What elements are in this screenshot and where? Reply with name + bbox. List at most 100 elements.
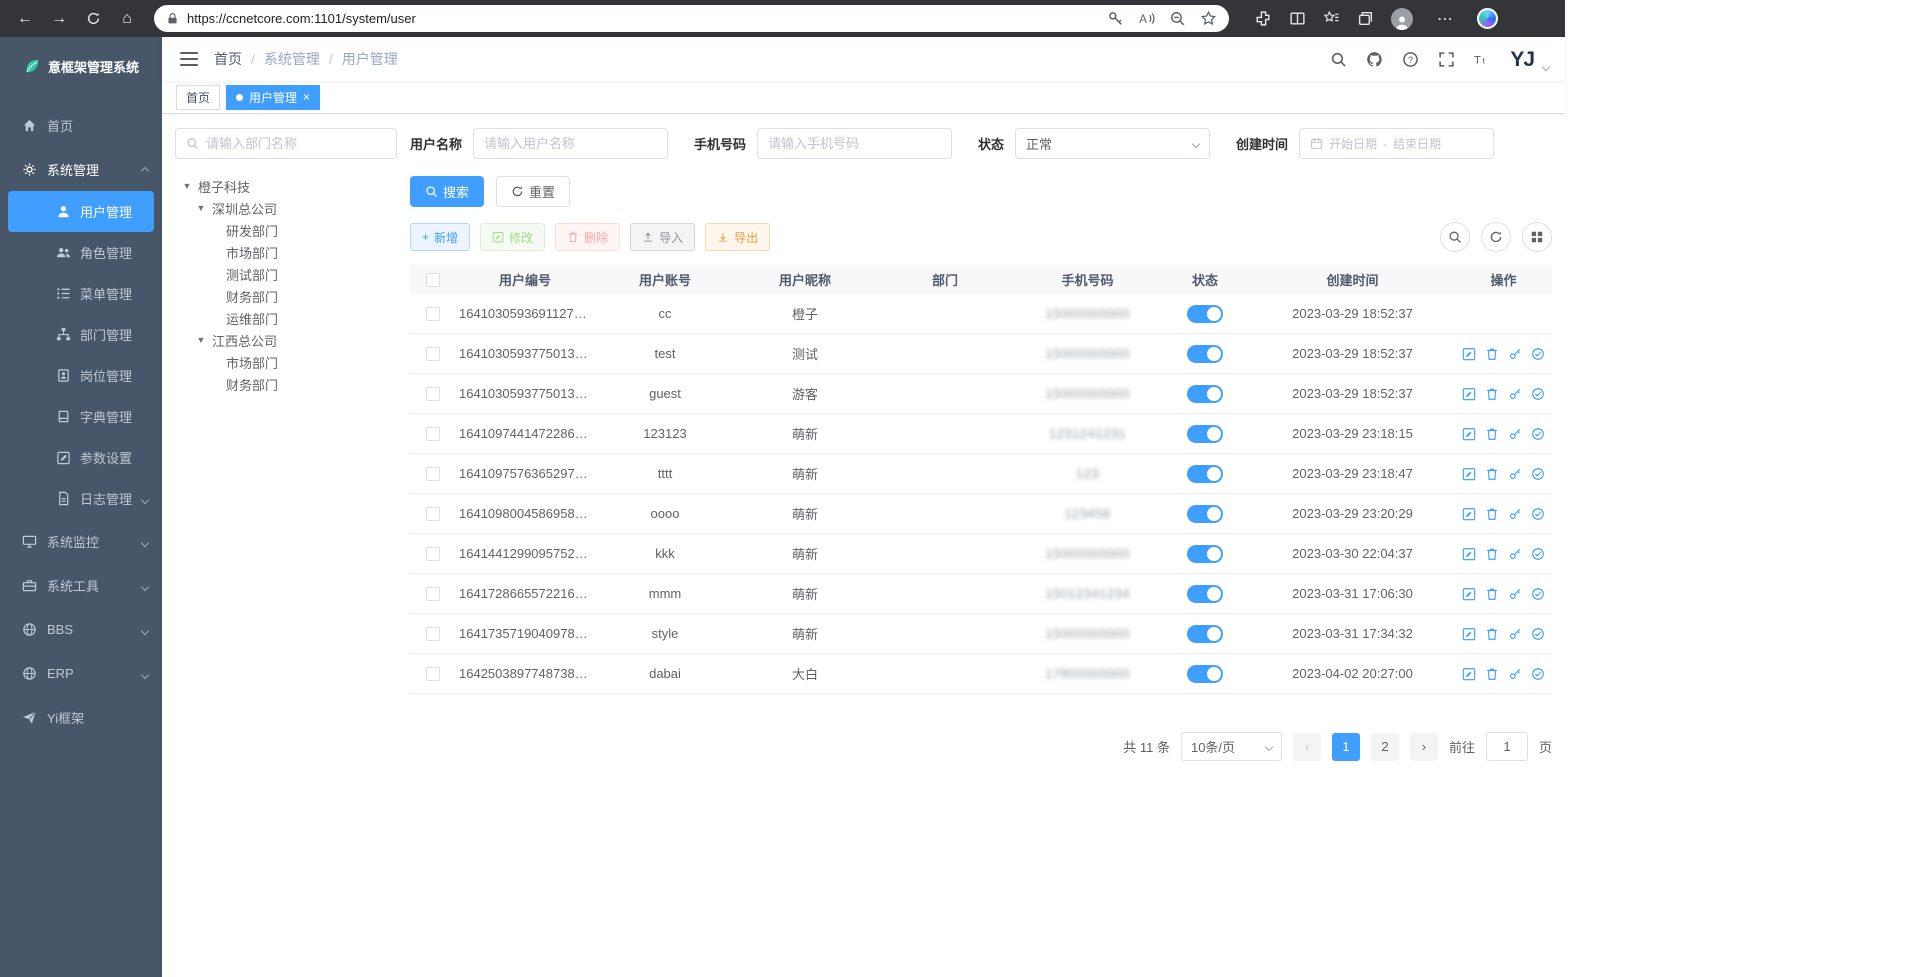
column-settings-button[interactable]: [1522, 222, 1552, 252]
status-select[interactable]: 正常: [1015, 128, 1210, 159]
edit-action-icon[interactable]: [1462, 427, 1476, 441]
delete-action-icon[interactable]: [1485, 587, 1499, 601]
status-toggle[interactable]: [1187, 345, 1223, 363]
edit-action-icon[interactable]: [1462, 667, 1476, 681]
tree-node[interactable]: ▼ 市场部门: [175, 241, 397, 263]
row-checkbox[interactable]: [426, 387, 440, 401]
sidebar-item-dept-management[interactable]: 部门管理: [0, 314, 162, 355]
address-bar[interactable]: A: [154, 5, 1229, 32]
phone-field[interactable]: [757, 128, 952, 159]
edit-action-icon[interactable]: [1462, 587, 1476, 601]
toggle-search-button[interactable]: [1440, 222, 1470, 252]
tree-node[interactable]: ▼ 橙子科技: [175, 175, 397, 197]
tree-node[interactable]: ▼ 财务部门: [175, 285, 397, 307]
prev-page-button[interactable]: ‹: [1293, 733, 1321, 761]
edit-action-icon[interactable]: [1462, 387, 1476, 401]
delete-action-icon[interactable]: [1485, 667, 1499, 681]
collections-icon[interactable]: [1357, 10, 1374, 27]
row-checkbox[interactable]: [426, 467, 440, 481]
tree-node[interactable]: ▼ 财务部门: [175, 373, 397, 395]
favorites-star-icon[interactable]: [1200, 10, 1217, 27]
date-range-picker[interactable]: 开始日期 - 结束日期: [1299, 128, 1494, 159]
next-page-button[interactable]: ›: [1410, 733, 1438, 761]
app-logo[interactable]: 意框架管理系统: [0, 37, 162, 95]
reset-password-action-icon[interactable]: [1508, 627, 1522, 641]
user-logo[interactable]: YJ: [1510, 49, 1534, 70]
delete-action-icon[interactable]: [1485, 627, 1499, 641]
sidebar-item-system-tools[interactable]: 系统工具: [0, 563, 162, 607]
tree-node[interactable]: ▼ 运维部门: [175, 307, 397, 329]
delete-action-icon[interactable]: [1485, 507, 1499, 521]
search-button[interactable]: 搜索: [410, 176, 484, 207]
tree-node[interactable]: ▼ 江西总公司: [175, 329, 397, 351]
tree-node[interactable]: ▼ 深圳总公司: [175, 197, 397, 219]
refresh-button[interactable]: [78, 5, 108, 33]
assign-role-action-icon[interactable]: [1531, 667, 1545, 681]
status-toggle[interactable]: [1187, 585, 1223, 603]
department-search-input[interactable]: [206, 136, 386, 151]
tab-home[interactable]: 首页: [176, 85, 220, 110]
reset-password-action-icon[interactable]: [1508, 467, 1522, 481]
delete-action-icon[interactable]: [1485, 547, 1499, 561]
reset-password-action-icon[interactable]: [1508, 507, 1522, 521]
delete-action-icon[interactable]: [1485, 427, 1499, 441]
close-icon[interactable]: ×: [303, 91, 310, 103]
page-size-select[interactable]: 10条/页: [1181, 732, 1282, 761]
refresh-table-button[interactable]: [1481, 222, 1511, 252]
department-search-box[interactable]: [175, 128, 397, 159]
edit-action-icon[interactable]: [1462, 507, 1476, 521]
row-checkbox[interactable]: [426, 667, 440, 681]
row-checkbox[interactable]: [426, 547, 440, 561]
favorites-bar-icon[interactable]: [1323, 10, 1340, 27]
sidebar-item-home[interactable]: 首页: [0, 103, 162, 147]
page-button-1[interactable]: 1: [1332, 733, 1360, 761]
phone-input[interactable]: [768, 136, 941, 151]
caret-down-icon[interactable]: ▼: [195, 203, 207, 213]
sidebar-item-role-management[interactable]: 角色管理: [0, 232, 162, 273]
username-input[interactable]: [484, 136, 657, 151]
import-button[interactable]: 导入: [630, 223, 695, 251]
status-toggle[interactable]: [1187, 625, 1223, 643]
reset-password-action-icon[interactable]: [1508, 587, 1522, 601]
status-toggle[interactable]: [1187, 505, 1223, 523]
edit-action-icon[interactable]: [1462, 627, 1476, 641]
add-button[interactable]: +新增: [410, 223, 470, 251]
sidebar-item-post-management[interactable]: 岗位管理: [0, 355, 162, 396]
chevron-down-icon[interactable]: [1543, 57, 1549, 75]
status-toggle[interactable]: [1187, 665, 1223, 683]
edit-action-icon[interactable]: [1462, 547, 1476, 561]
read-aloud-icon[interactable]: A: [1138, 10, 1155, 27]
fullscreen-icon[interactable]: [1438, 51, 1455, 68]
status-toggle[interactable]: [1187, 465, 1223, 483]
sidebar-item-erp[interactable]: ERP: [0, 651, 162, 695]
tree-node[interactable]: ▼ 研发部门: [175, 219, 397, 241]
sidebar-item-log-management[interactable]: 日志管理: [0, 478, 162, 519]
sidebar-item-system-management[interactable]: 系统管理: [0, 147, 162, 191]
help-icon[interactable]: ?: [1402, 51, 1419, 68]
status-toggle[interactable]: [1187, 425, 1223, 443]
assign-role-action-icon[interactable]: [1531, 587, 1545, 601]
sidebar-item-dict-management[interactable]: 字典管理: [0, 396, 162, 437]
sidebar-item-bbs[interactable]: BBS: [0, 607, 162, 651]
edit-button[interactable]: 修改: [480, 223, 545, 251]
assign-role-action-icon[interactable]: [1531, 347, 1545, 361]
breadcrumb-home[interactable]: 首页: [214, 49, 242, 69]
row-checkbox[interactable]: [426, 507, 440, 521]
status-toggle[interactable]: [1187, 545, 1223, 563]
reset-button[interactable]: 重置: [496, 176, 570, 207]
assign-role-action-icon[interactable]: [1531, 467, 1545, 481]
delete-button[interactable]: 删除: [555, 223, 620, 251]
status-toggle[interactable]: [1187, 305, 1223, 323]
url-input[interactable]: [187, 11, 1099, 26]
home-button[interactable]: ⌂: [112, 5, 142, 33]
status-toggle[interactable]: [1187, 385, 1223, 403]
assign-role-action-icon[interactable]: [1531, 427, 1545, 441]
reset-password-action-icon[interactable]: [1508, 547, 1522, 561]
split-screen-icon[interactable]: [1289, 10, 1306, 27]
extensions-icon[interactable]: [1255, 10, 1272, 27]
sidebar-item-yi-framework[interactable]: Yi框架: [0, 695, 162, 739]
reset-password-action-icon[interactable]: [1508, 347, 1522, 361]
zoom-out-icon[interactable]: [1169, 10, 1186, 27]
caret-down-icon[interactable]: ▼: [195, 335, 207, 345]
delete-action-icon[interactable]: [1485, 467, 1499, 481]
